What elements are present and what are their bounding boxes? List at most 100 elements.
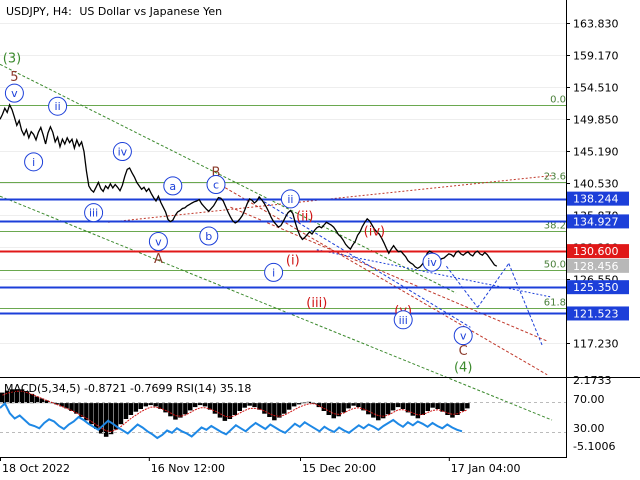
level-badge-label: 134.927: [573, 215, 619, 228]
macd-bar: [415, 403, 421, 419]
macd-bar: [465, 403, 470, 409]
price-tick-label: 117.230: [573, 338, 619, 351]
fib-level-label: 0.0: [550, 95, 566, 106]
wave-label: iv: [427, 256, 437, 269]
macd-bar: [341, 403, 346, 413]
macd-bar: [331, 403, 336, 419]
price-tick-label: 140.530: [573, 178, 619, 191]
wave-label: i: [272, 266, 275, 279]
symbol-description: US Dollar vs Japanese Yen: [79, 5, 222, 18]
time-tick-label: 15 Dec 20:00: [302, 462, 376, 475]
macd-bar: [202, 403, 208, 407]
wave-label: v: [155, 236, 162, 249]
macd-bar: [232, 403, 237, 415]
macd-bar: [356, 403, 361, 408]
wave-label: ii: [55, 100, 61, 113]
macd-bar: [326, 403, 331, 415]
macd-bar: [138, 403, 143, 409]
macd-bar: [173, 403, 178, 420]
macd-bar: [385, 403, 391, 415]
macd-bar: [217, 403, 223, 418]
wave-label: b: [205, 230, 212, 243]
wave-label: iii: [399, 314, 408, 327]
macd-bar: [420, 403, 425, 415]
wave-label: iii: [89, 207, 98, 220]
macd-bar: [346, 403, 351, 409]
wave-label: a: [169, 180, 176, 193]
macd-bar: [291, 403, 297, 407]
macd-bar: [267, 403, 272, 417]
symbol-timeframe: USDJPY, H4:: [6, 5, 72, 18]
macd-bar: [118, 403, 124, 425]
macd-bar: [252, 403, 257, 408]
wave-label: ii: [287, 193, 293, 206]
price-tick-label: 154.510: [573, 82, 619, 95]
macd-bar: [351, 403, 356, 406]
wave-label: (3): [3, 51, 21, 66]
wave-label: (iii): [306, 296, 327, 311]
macd-bar: [163, 403, 168, 413]
macd-bar: [400, 403, 406, 409]
macd-bar: [197, 403, 203, 406]
indicator-tick-label: 30.00: [573, 422, 605, 435]
wave-label: v: [11, 87, 18, 100]
indicator-title: MACD(5,34,5) -0.8721 -0.7699 RSI(14) 35.…: [4, 382, 251, 395]
macd-bar: [282, 403, 287, 414]
macd-bar: [450, 403, 455, 418]
wave-label: A: [154, 252, 163, 267]
macd-bar: [74, 403, 79, 414]
level-badge-label: 125.350: [573, 281, 619, 294]
wave-label: iv: [118, 146, 128, 159]
macd-bar: [29, 393, 35, 404]
macd-bar: [242, 403, 247, 408]
macd-bar: [123, 403, 129, 419]
macd-bar: [390, 403, 396, 411]
indicator-tick-label: 2.1733: [573, 374, 612, 387]
level-badge-label: 130.600: [573, 245, 619, 258]
time-tick-label: 18 Oct 2022: [2, 462, 70, 475]
level-badge-label: 128.456: [573, 260, 619, 273]
fib-level-label: 61.8: [544, 298, 566, 309]
macd-bar: [296, 403, 302, 405]
macd-bar: [286, 403, 292, 410]
level-badge-label: 121.523: [573, 307, 619, 320]
macd-bar: [395, 403, 401, 408]
wave-label: c: [213, 179, 219, 192]
time-tick-label: 17 Jan 04:00: [451, 462, 521, 475]
macd-bar: [430, 403, 435, 408]
chart-title: USDJPY, H4: US Dollar vs Japanese Yen: [6, 5, 222, 18]
indicator-tick-label: -5.1006: [573, 440, 615, 453]
macd-bar: [222, 403, 228, 421]
price-tick-label: 149.850: [573, 114, 619, 127]
macd-bar: [425, 403, 430, 411]
macd-bar: [237, 403, 242, 411]
macd-bar: [192, 403, 198, 408]
price-tick-label: 159.170: [573, 50, 619, 63]
indicator-tick-label: 70.00: [573, 393, 605, 406]
macd-bar: [460, 403, 465, 411]
macd-bar: [366, 403, 371, 415]
macd-bar: [440, 403, 445, 412]
time-tick-label: 16 Nov 12:00: [151, 462, 225, 475]
macd-bar: [148, 403, 153, 406]
macd-bar: [153, 403, 158, 407]
macd-bar: [133, 403, 139, 412]
fib-level-label: 23.6: [544, 172, 566, 183]
macd-bar: [168, 403, 173, 417]
macd-bar: [376, 403, 381, 421]
macd-bar: [371, 403, 376, 418]
level-badge-label: 138.244: [573, 193, 619, 206]
macd-bar: [128, 403, 134, 415]
macd-bar: [108, 403, 114, 435]
price-tick-label: 163.830: [573, 18, 619, 31]
wave-label: (i): [286, 253, 300, 268]
wave-label: (ii): [296, 209, 313, 224]
macd-bar: [247, 403, 252, 406]
wave-label: 5: [10, 70, 18, 85]
wave-label: (iv): [364, 225, 385, 240]
wave-label: C: [459, 344, 468, 359]
wave-label: (4): [454, 361, 472, 376]
macd-bar: [188, 403, 193, 411]
fib-level-label: 50.0: [544, 260, 566, 271]
wave-label: i: [32, 156, 35, 169]
